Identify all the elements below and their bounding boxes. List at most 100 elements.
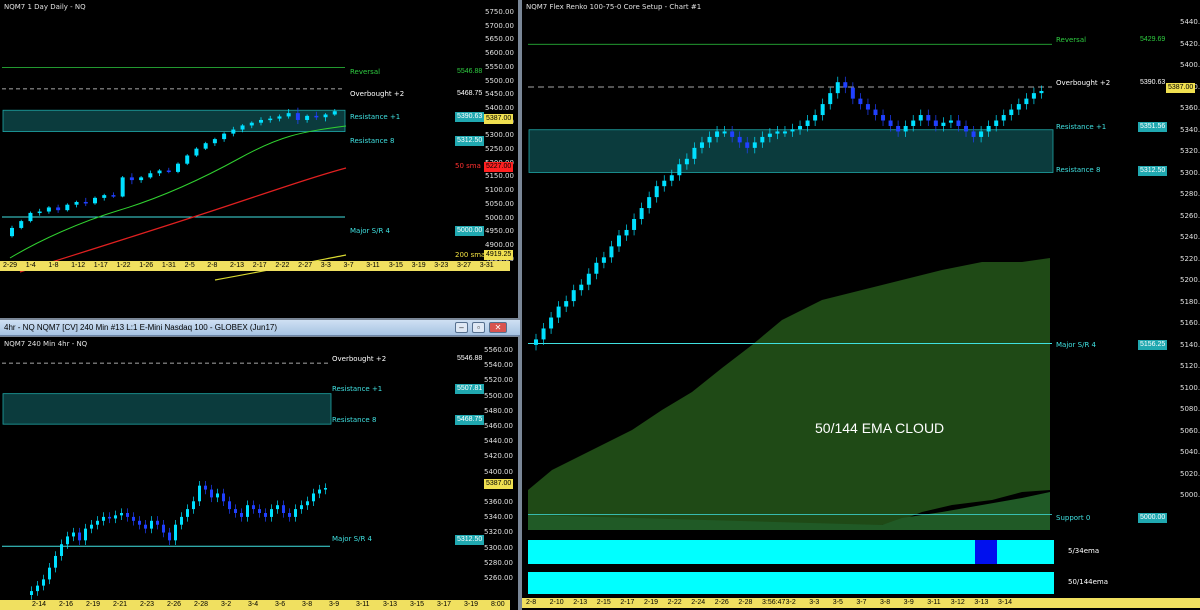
renko-brick — [745, 142, 750, 148]
fourhr-candle — [192, 501, 195, 510]
price-axis-tick: 5000.00 — [485, 213, 514, 222]
daily-candle — [176, 163, 180, 172]
renko-brick — [715, 131, 720, 137]
price-axis-tick: 5420.00 — [1180, 39, 1200, 48]
renko-ema-bar-1-blue — [975, 540, 997, 564]
fourhr-chart-panel[interactable]: NQM7 240 Min 4hr - NQ 5560.00 5540.00 5520… — [0, 337, 518, 610]
daily-date-axis[interactable]: 2-29 1-4 1-8 1-12 1-17 1-22 1-26 1-31 2-5 2-8 2-13… — [0, 261, 510, 271]
date-tick: 2-26 — [167, 601, 182, 608]
renko-brick — [1016, 104, 1021, 110]
price-axis-tick: 5500.00 — [484, 391, 513, 400]
date-tick: 2-28 — [194, 601, 209, 608]
fourhr-candle — [306, 501, 309, 506]
price-axis-tick: 5700.00 — [485, 21, 514, 30]
fourhr-overbought-label: Overbought +2 — [332, 355, 387, 363]
renko-brick — [1001, 115, 1006, 121]
renko-resistance1-value: 5351.56 — [1138, 122, 1168, 132]
date-tick: 2-17 — [252, 262, 267, 269]
fourhr-candle — [90, 524, 93, 529]
daily-candle — [19, 221, 24, 228]
daily-reversal-value: 5546.88 — [457, 68, 483, 75]
daily-candle — [194, 148, 199, 156]
renko-brick — [782, 131, 787, 134]
renko-price-chart[interactable] — [522, 0, 1200, 610]
date-tick: 2-27 — [298, 262, 313, 269]
price-axis-tick: 5280.00 — [1180, 190, 1200, 198]
renko-chart-panel[interactable]: NQM7 Flex Renko 100-75-0 Core Setup - Ch… — [522, 0, 1200, 610]
renko-brick — [1031, 93, 1036, 99]
daily-candle — [305, 115, 310, 120]
date-tick: 1-4 — [25, 262, 36, 269]
minimize-icon[interactable]: – — [455, 322, 468, 333]
daily-candle — [102, 195, 107, 198]
renko-date-axis[interactable]: 2-8 2-10 2-13 2-15 2-17 2-19 2-22 2-24 2-26 2-28 3… — [522, 598, 1200, 608]
renko-cloud-label: 50/144 EMA CLOUD — [815, 420, 945, 436]
price-axis-tick: 5160.00 — [1180, 319, 1200, 327]
renko-brick — [767, 133, 772, 137]
renko-reversal-label: Reversal — [1056, 36, 1087, 44]
fourhr-price-chart[interactable] — [0, 337, 518, 610]
fourhr-candle — [180, 516, 183, 525]
renko-brick — [556, 306, 561, 318]
renko-brick — [1039, 90, 1044, 94]
price-axis-tick: 5260.00 — [1180, 211, 1200, 220]
fourhr-candle — [222, 493, 225, 502]
renko-brick — [624, 229, 629, 236]
price-axis-tick: 5550.00 — [485, 62, 514, 71]
date-tick: 2-26 — [714, 599, 729, 606]
renko-brick — [707, 136, 712, 143]
price-axis-tick: 5320.00 — [484, 528, 513, 537]
price-axis-tick: 5020.00 — [1180, 469, 1200, 478]
daily-candle — [231, 129, 236, 134]
date-tick: 2-14 — [32, 601, 47, 608]
fourhr-date-axis[interactable]: 2-14 2-16 2-19 2-21 2-23 2-26 2-28 3-2 3-4 3-6 3-8… — [0, 600, 510, 610]
daily-candle — [56, 207, 61, 211]
daily-candle — [166, 170, 171, 173]
renko-brick — [994, 120, 999, 126]
fourhr-candle — [324, 488, 327, 490]
price-axis-tick: 5320.00 — [1180, 147, 1200, 155]
price-axis-tick: 5440.00 — [484, 437, 513, 446]
price-axis-tick: 5060.00 — [1180, 426, 1200, 435]
daily-resistance1-label: Resistance +1 — [350, 113, 401, 121]
daily-candle — [129, 177, 134, 181]
fourhr-major-sr-value: 5312.50 — [455, 535, 485, 545]
renko-brick — [541, 328, 546, 340]
date-tick: 3-8 — [302, 601, 313, 608]
fourhr-candle — [264, 513, 267, 517]
fourhr-candle — [312, 493, 315, 502]
fourhr-candle — [54, 555, 57, 568]
daily-candle — [83, 201, 88, 204]
daily-last-price: 5387.00 — [484, 114, 514, 124]
date-tick: 3-15 — [388, 262, 403, 269]
fourhr-candle — [48, 567, 51, 580]
fourhr-candle — [288, 513, 291, 517]
date-tick: 2-29 — [3, 262, 18, 269]
daily-candle — [157, 170, 162, 174]
renko-brick — [805, 120, 810, 126]
date-tick: 3-19 — [464, 601, 479, 608]
daily-candle — [295, 113, 300, 120]
fourhr-window-titlebar[interactable]: 4hr - NQ NQM7 [CV] 240 Min #13 L:1 E-Min… — [0, 320, 520, 336]
renko-brick — [813, 115, 818, 121]
price-axis-tick: 5520.00 — [484, 376, 513, 385]
date-tick: 3-9 — [903, 599, 914, 606]
fourhr-candle — [204, 485, 207, 490]
price-axis-tick: 5100.00 — [485, 186, 514, 195]
fourhr-candle — [258, 509, 261, 513]
fourhr-candle — [168, 532, 171, 541]
date-tick: 3-7 — [856, 599, 867, 606]
date-tick: 2-15 — [596, 599, 611, 606]
fourhr-candle — [144, 524, 147, 529]
renko-brick — [964, 125, 969, 132]
close-icon[interactable]: ✕ — [489, 322, 507, 333]
price-axis-tick: 5080.00 — [1180, 405, 1200, 413]
restore-icon[interactable]: ▫ — [472, 322, 485, 333]
daily-sma50-line — [19, 167, 347, 273]
fourhr-candle — [186, 509, 189, 517]
daily-chart-panel[interactable]: NQM7 1 Day Daily - NQ 5750.00 5700.00 5650… — [0, 0, 518, 318]
daily-candle — [185, 155, 190, 164]
price-axis-tick: 5300.00 — [1180, 168, 1200, 177]
price-axis-tick: 5400.00 — [484, 467, 513, 476]
price-axis-tick: 5240.00 — [1180, 233, 1200, 241]
